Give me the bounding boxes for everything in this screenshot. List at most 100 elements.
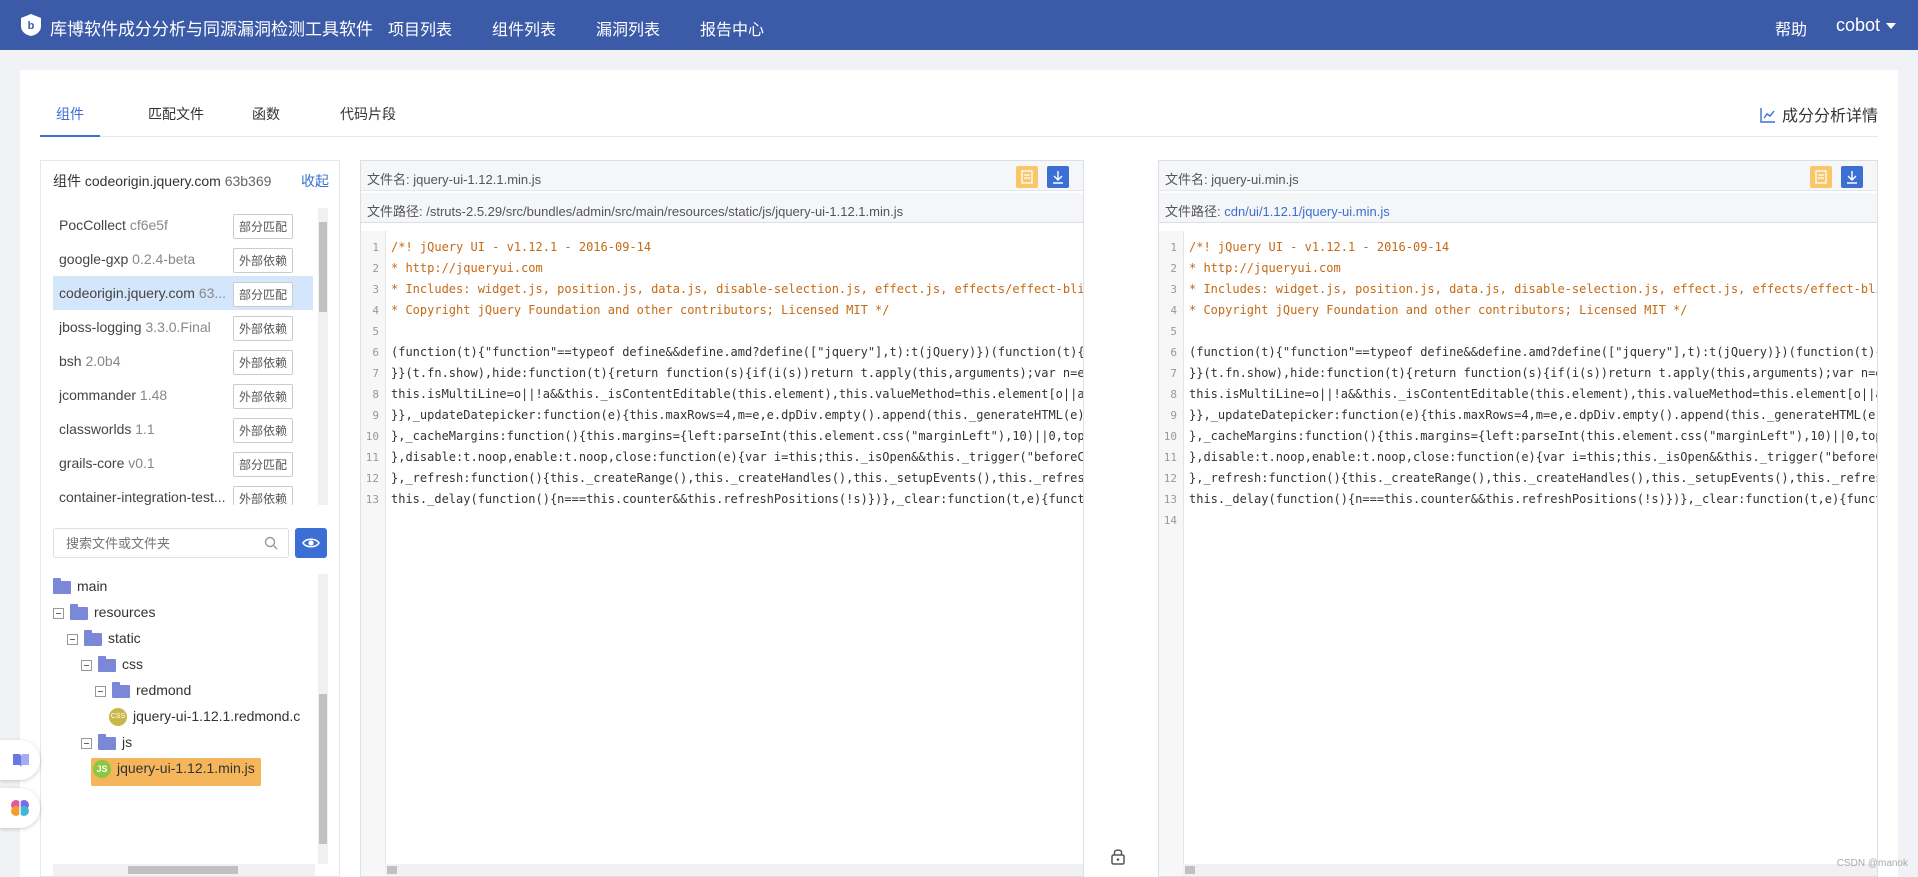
- tree-folder[interactable]: main: [53, 577, 107, 602]
- tree-folder[interactable]: static: [67, 629, 141, 654]
- line-number: 9: [372, 409, 379, 422]
- component-name: PocCollect cf6e5f: [59, 217, 229, 233]
- matched-file-path-link[interactable]: cdn/ui/1.12.1/jquery-ui.min.js: [1224, 204, 1389, 219]
- line-number: 11: [365, 451, 379, 464]
- component-name: bsh 2.0b4: [59, 353, 229, 369]
- tab-matched-files[interactable]: 匹配文件: [148, 102, 204, 135]
- composition-detail-link[interactable]: 成分分析详情: [1760, 102, 1878, 126]
- code-text: * http://jqueryui.com: [1189, 261, 1341, 275]
- tree-file[interactable]: JS jquery-ui-1.12.1.min.js: [91, 758, 261, 786]
- scrollbar-thumb[interactable]: [1185, 866, 1195, 874]
- main-card: 组件 匹配文件 函数 代码片段 成分分析详情 组件 codeorigin.jqu…: [20, 70, 1898, 877]
- nav-item-reports[interactable]: 报告中心: [700, 16, 764, 40]
- component-name-text: classworlds: [59, 421, 132, 437]
- collapse-toggle-icon[interactable]: [81, 737, 92, 749]
- component-header-version: 63b369: [224, 173, 272, 189]
- component-name-text: PocCollect: [59, 217, 126, 233]
- source-code-hscrollbar[interactable]: [385, 864, 1083, 876]
- docs-fab-button[interactable]: [0, 740, 40, 780]
- scrollbar-thumb[interactable]: [387, 866, 397, 874]
- matched-file-panel: 文件名: jquery-ui.min.js 文件路径: cdn/ui/1.12.…: [1158, 160, 1878, 877]
- file-search-input[interactable]: [64, 535, 248, 552]
- help-link[interactable]: 帮助: [1775, 16, 1807, 40]
- file-tree-vscrollbar[interactable]: [318, 574, 328, 864]
- component-list-item[interactable]: PocCollect cf6e5f 部分匹配: [53, 208, 313, 242]
- code-line: 5: [1159, 321, 1189, 342]
- tree-folder[interactable]: redmond: [95, 681, 191, 706]
- line-number: 14: [1163, 514, 1177, 527]
- tab-components[interactable]: 组件: [40, 102, 100, 137]
- source-code-view: 1 /*! jQuery UI - v1.12.1 - 2016-09-14 2 * …: [361, 231, 1083, 864]
- collapse-toggle-icon[interactable]: [53, 607, 64, 619]
- nav-item-components[interactable]: 组件列表: [492, 16, 556, 40]
- code-line: 9}},_updateDatepicker:function(e){this.m…: [361, 405, 1083, 426]
- scrollbar-thumb[interactable]: [319, 222, 327, 312]
- download-button[interactable]: [1047, 166, 1069, 188]
- eye-icon: [302, 538, 320, 548]
- collapse-toggle-icon[interactable]: [95, 685, 106, 697]
- code-text: /*! jQuery UI - v1.12.1 - 2016-09-14: [1189, 240, 1450, 254]
- tree-folder[interactable]: js: [81, 733, 132, 758]
- file-tree-hscrollbar[interactable]: [53, 864, 315, 876]
- code-text: },disable:t.noop,enable:t.noop,close:fun…: [391, 450, 1083, 464]
- ai-assistant-fab-button[interactable]: [0, 788, 40, 828]
- svg-text:b: b: [28, 20, 35, 32]
- component-list-item[interactable]: grails-core v0.1 部分匹配: [53, 446, 313, 480]
- tree-file[interactable]: CSS jquery-ui-1.12.1.redmond.c: [109, 708, 300, 732]
- copy-button[interactable]: [1810, 166, 1832, 188]
- tab-bar: 组件 匹配文件 函数 代码片段: [40, 102, 1878, 137]
- user-menu[interactable]: cobot: [1836, 15, 1897, 36]
- component-name-text: google-gxp: [59, 251, 129, 267]
- collapse-toggle-icon[interactable]: [81, 659, 92, 671]
- line-number: 9: [1170, 409, 1177, 422]
- code-line: 2 * http://jqueryui.com: [361, 258, 543, 279]
- component-list-item[interactable]: bsh 2.0b4 外部依赖: [53, 344, 313, 378]
- matched-code-hscrollbar[interactable]: [1183, 864, 1877, 876]
- component-list-item[interactable]: jcommander 1.48 外部依赖: [53, 378, 313, 412]
- line-number: 10: [365, 430, 379, 443]
- code-text: this._delay(function(){n===this.counter&…: [1189, 492, 1877, 506]
- copy-button[interactable]: [1016, 166, 1038, 188]
- copy-icon: [1021, 170, 1033, 184]
- source-file-name: jquery-ui-1.12.1.min.js: [413, 172, 542, 187]
- component-list-item[interactable]: google-gxp 0.2.4-beta 外部依赖: [53, 242, 313, 276]
- component-header-prefix: 组件: [53, 173, 81, 189]
- nav-item-projects[interactable]: 项目列表: [388, 16, 452, 40]
- tab-code-snippets[interactable]: 代码片段: [340, 102, 396, 135]
- collapse-toggle-icon[interactable]: [67, 633, 78, 645]
- scrollbar-thumb[interactable]: [128, 866, 238, 874]
- component-list-item[interactable]: jboss-logging 3.3.0.Final 外部依赖: [53, 310, 313, 344]
- code-line: 7}}(t.fn.show),hide:function(t){return f…: [361, 363, 1083, 384]
- nav-item-vulnerabilities[interactable]: 漏洞列表: [596, 16, 660, 40]
- lock-icon[interactable]: [1110, 847, 1126, 865]
- download-button[interactable]: [1841, 166, 1863, 188]
- component-name-text: jcommander: [59, 387, 137, 403]
- component-header: 组件 codeorigin.jquery.com 63b369 收起: [53, 171, 329, 191]
- tab-functions[interactable]: 函数: [252, 102, 280, 135]
- component-list-item[interactable]: classworlds 1.1 外部依赖: [53, 412, 313, 446]
- component-list-scrollbar[interactable]: [318, 208, 328, 505]
- detail-link-label: 成分分析详情: [1781, 108, 1878, 125]
- code-text: * Copyright jQuery Foundation and other …: [391, 303, 890, 317]
- download-icon: [1053, 171, 1063, 184]
- match-type-badge: 外部依赖: [233, 316, 294, 341]
- component-version: 3.3.0.Final: [145, 319, 211, 335]
- component-version: v0.1: [128, 455, 155, 471]
- view-toggle-button[interactable]: [295, 528, 327, 558]
- tree-folder[interactable]: css: [81, 655, 143, 680]
- tree-folder[interactable]: resources: [53, 603, 156, 628]
- component-list-item[interactable]: codeorigin.jquery.com 63... 部分匹配: [53, 276, 313, 310]
- collapse-button[interactable]: 收起: [301, 171, 329, 191]
- line-number: 5: [1170, 325, 1177, 338]
- search-icon[interactable]: [264, 536, 278, 550]
- scrollbar-thumb[interactable]: [319, 694, 327, 844]
- tree-node-label: resources: [94, 604, 156, 620]
- component-name: classworlds 1.1: [59, 421, 229, 437]
- line-number: 13: [1163, 493, 1177, 506]
- file-name-label: 文件名:: [367, 172, 410, 187]
- code-text: },_cacheMargins:function(){this.margins=…: [1189, 429, 1877, 443]
- component-list-item[interactable]: container-integration-test... 外部依赖: [53, 480, 313, 505]
- code-text: * http://jqueryui.com: [391, 261, 543, 275]
- chart-icon: [1760, 108, 1775, 123]
- line-number: 12: [365, 472, 379, 485]
